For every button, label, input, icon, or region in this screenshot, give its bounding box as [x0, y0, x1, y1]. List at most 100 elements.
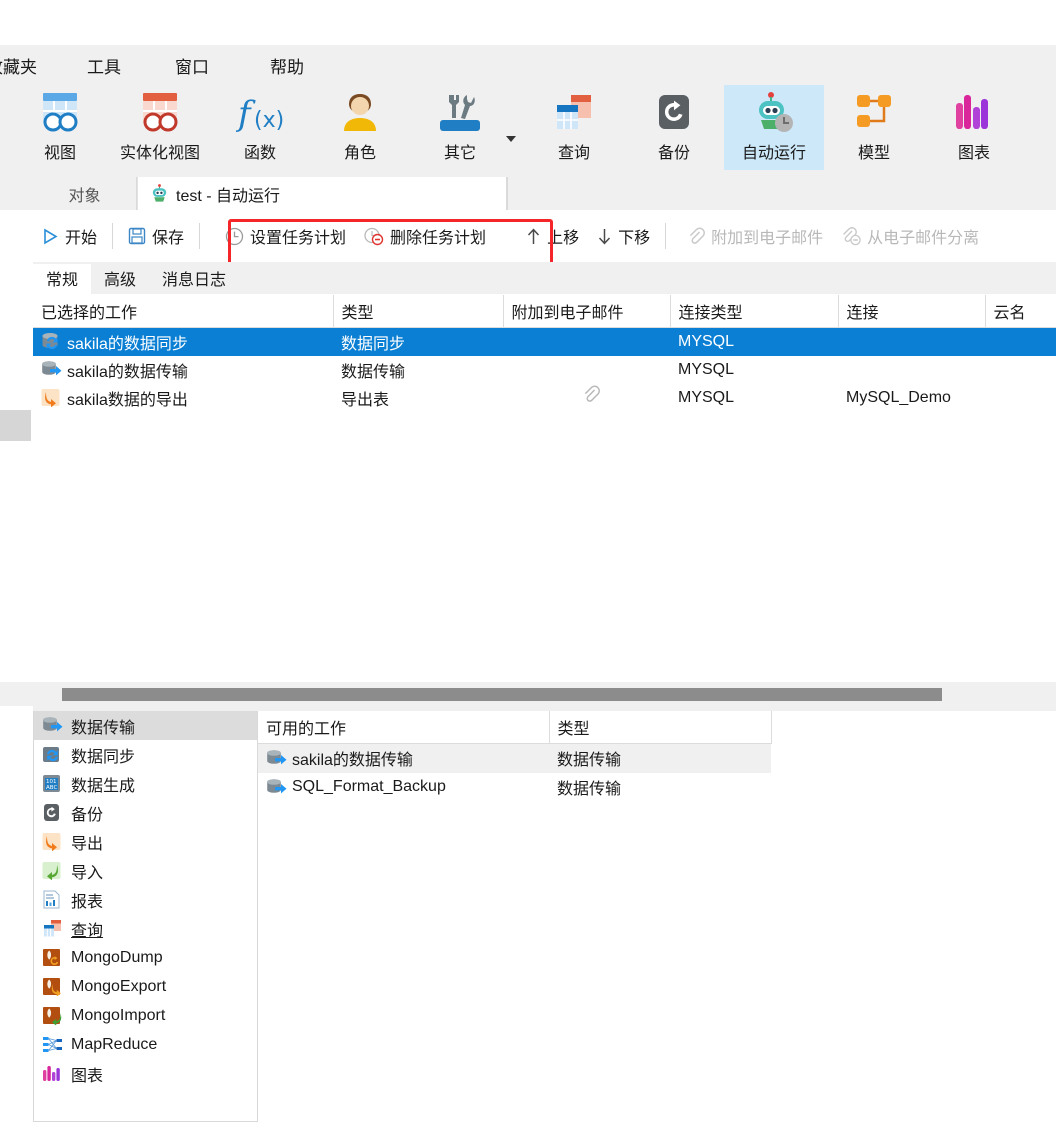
move-down-button[interactable]: 下移: [588, 217, 659, 255]
menu-item-window[interactable]: 窗口: [167, 51, 217, 80]
ribbon-button-model[interactable]: 模型: [824, 85, 924, 170]
application-window: 收藏夹 工具 窗口 帮助 视图: [0, 0, 1056, 1122]
role-user-icon: [338, 91, 382, 137]
start-button[interactable]: 开始: [33, 217, 106, 255]
menu-item-tools[interactable]: 工具: [79, 51, 129, 80]
move-up-button[interactable]: 上移: [517, 217, 588, 255]
category-item-data-transfer[interactable]: 数据传输: [34, 711, 257, 740]
category-item-mongoexport[interactable]: MongoExport: [34, 972, 257, 1001]
column-header-type[interactable]: 类型: [549, 711, 772, 744]
materialized-view-icon: [135, 91, 185, 137]
column-header-connection[interactable]: 连接: [838, 295, 986, 328]
ribbon-button-role[interactable]: 角色: [310, 85, 410, 170]
category-item-backup[interactable]: 备份: [34, 798, 257, 827]
other-tools-icon: [435, 91, 485, 137]
automation-robot-icon: [749, 91, 799, 137]
backup-icon: [652, 91, 696, 137]
available-jobs-grid[interactable]: 可用的工作 类型 sakila的数据传输 数据传输 SQL_Format_Bac…: [258, 711, 1056, 1122]
available-job-name-cell[interactable]: SQL_Format_Backup: [258, 773, 549, 802]
job-name-cell[interactable]: sakila的数据同步: [33, 327, 333, 356]
table-row[interactable]: sakila数据的导出 导出表 MYSQL MySQL_Demo: [33, 384, 1056, 412]
available-job-name-cell[interactable]: sakila的数据传输: [258, 743, 549, 773]
svg-text:ABC: ABC: [46, 785, 57, 791]
ribbon-button-function[interactable]: f (x) 函数: [210, 85, 310, 170]
ribbon-label-other: 其它: [443, 145, 476, 162]
tab-objects[interactable]: 对象: [33, 177, 137, 210]
table-row[interactable]: sakila的数据传输 数据传输 MYSQL: [33, 356, 1056, 384]
category-label: 数据生成: [71, 777, 136, 795]
tab-general[interactable]: 常规: [33, 264, 92, 294]
chevron-down-icon[interactable]: [506, 136, 516, 142]
detach-from-email-button[interactable]: 从电子邮件分离: [832, 217, 988, 255]
job-type-cell: 导出表: [341, 391, 390, 409]
delete-schedule-button[interactable]: 删除任务计划: [355, 217, 495, 255]
column-header-cloud-name[interactable]: 云名: [985, 295, 1056, 328]
category-label: 备份: [71, 806, 104, 824]
export-icon: [41, 388, 62, 407]
table-row[interactable]: sakila的数据同步 数据同步 MYSQL: [33, 327, 1056, 356]
category-item-mapreduce[interactable]: MapReduce: [34, 1030, 257, 1059]
category-label: MapReduce: [71, 1035, 158, 1053]
category-item-chart[interactable]: 图表: [34, 1059, 257, 1088]
paperclip-icon: [687, 227, 706, 246]
table-row[interactable]: SQL_Format_Backup 数据传输: [258, 773, 771, 802]
ribbon-button-other[interactable]: 其它: [410, 85, 516, 170]
horizontal-scrollbar-thumb[interactable]: [62, 688, 942, 701]
job-name-cell[interactable]: sakila数据的导出: [33, 384, 333, 412]
grid-header-row: 已选择的工作 类型 附加到电子邮件 连接类型 连接 云名: [33, 295, 1056, 328]
available-job-type-cell: 数据传输: [557, 781, 622, 798]
job-name-cell[interactable]: sakila的数据传输: [33, 356, 333, 384]
action-toolbar: 开始 保存 设置任务计划 删除任务计划 上移 下移 附加到电子邮件 从电子邮件分…: [33, 210, 1056, 262]
category-label: MongoExport: [71, 977, 167, 995]
job-name-label: sakila的数据同步: [67, 335, 188, 353]
category-item-import[interactable]: 导入: [34, 856, 257, 885]
chart-icon: [949, 91, 999, 137]
job-cloud-cell: [985, 356, 1056, 384]
category-item-mongodump[interactable]: MongoDump: [34, 943, 257, 972]
grid-header-row: 可用的工作 类型: [258, 711, 772, 744]
set-schedule-button[interactable]: 设置任务计划: [216, 217, 355, 255]
ribbon-button-materialized-view[interactable]: 实体化视图: [110, 85, 210, 170]
column-header-attach-email[interactable]: 附加到电子邮件: [503, 295, 671, 328]
tab-advanced[interactable]: 高级: [91, 264, 149, 294]
data-transfer-icon: [41, 360, 62, 379]
tab-test-automation[interactable]: test - 自动运行: [137, 177, 507, 210]
category-item-query[interactable]: 查询: [34, 914, 257, 943]
model-icon: [851, 91, 897, 137]
arrow-down-icon: [597, 227, 612, 246]
ribbon-button-chart[interactable]: 图表: [924, 85, 1024, 170]
ribbon-label-materialized-view: 实体化视图: [119, 145, 200, 162]
menu-item-favorites[interactable]: 收藏夹: [0, 51, 45, 80]
column-header-connection-type[interactable]: 连接类型: [670, 295, 839, 328]
data-generation-icon: 101 ABC: [42, 774, 63, 793]
sidebar-collapse-handle[interactable]: [0, 410, 31, 441]
attach-to-email-button[interactable]: 附加到电子邮件: [678, 217, 832, 255]
category-item-export[interactable]: 导出: [34, 827, 257, 856]
category-item-data-generation[interactable]: 101 ABC 数据生成: [34, 769, 257, 798]
data-sync-icon: [42, 745, 63, 764]
save-button[interactable]: 保存: [119, 217, 193, 255]
tab-message-log[interactable]: 消息日志: [149, 264, 239, 294]
job-attach-cell: [503, 356, 670, 384]
column-header-selected-jobs[interactable]: 已选择的工作: [33, 295, 334, 328]
available-job-name-label: sakila的数据传输: [292, 752, 413, 770]
menu-item-help[interactable]: 帮助: [262, 51, 312, 80]
job-category-list[interactable]: 数据传输 数据同步 101 ABC 数据生成 备份 导出 导入 报表 查询 Mo…: [33, 711, 258, 1122]
column-header-available-jobs[interactable]: 可用的工作: [258, 711, 550, 744]
query-icon: [42, 919, 63, 938]
ribbon-label-chart: 图表: [957, 145, 990, 162]
ribbon-button-query[interactable]: 查询: [524, 85, 624, 170]
job-conn-type-cell: MYSQL: [678, 360, 735, 378]
selected-jobs-grid[interactable]: 已选择的工作 类型 附加到电子邮件 连接类型 连接 云名 sakila的数据同步…: [33, 294, 1056, 682]
table-row[interactable]: sakila的数据传输 数据传输: [258, 743, 771, 773]
category-item-mongoimport[interactable]: MongoImport: [34, 1001, 257, 1030]
ribbon-button-backup[interactable]: 备份: [624, 85, 724, 170]
column-header-type[interactable]: 类型: [333, 295, 504, 328]
job-name-label: sakila数据的导出: [67, 391, 188, 409]
mapreduce-icon: [42, 1035, 63, 1054]
menu-bar: 收藏夹 工具 窗口 帮助: [0, 45, 1056, 85]
clock-minus-icon: [364, 227, 384, 246]
category-item-data-sync[interactable]: 数据同步: [34, 740, 257, 769]
ribbon-button-automation[interactable]: 自动运行: [724, 85, 824, 170]
category-item-report[interactable]: 报表: [34, 885, 257, 914]
